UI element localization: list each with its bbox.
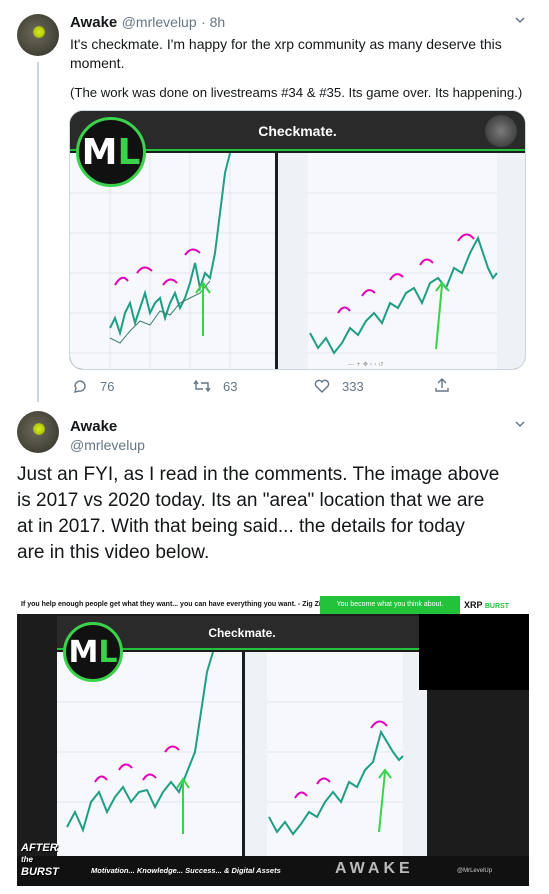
video-banner-title: Checkmate.: [208, 626, 276, 640]
media-banner-title: Checkmate.: [258, 123, 337, 139]
ml-logo: ML: [76, 117, 146, 187]
svg-text:— + ✥ ‹ › ↺: — + ✥ ‹ › ↺: [348, 361, 383, 368]
tweet2-text: Just an FYI, as I read in the comments. …: [17, 462, 537, 566]
avatar-eye-icon: [33, 26, 45, 38]
video-brand: XRP BURST: [460, 596, 529, 614]
tweet1-media-image[interactable]: Checkmate. ML — + ✥ ‹ › ↺: [69, 110, 526, 370]
like-count: 333: [342, 378, 364, 394]
logo-letter-m: M: [81, 131, 118, 173]
share-icon: [435, 378, 449, 392]
video-chart-frame: Checkmate. ML: [57, 616, 427, 856]
logo-line: AFTER: [21, 842, 58, 854]
owl-icon: [485, 115, 517, 147]
author-handle[interactable]: @mrlevelup: [122, 14, 197, 30]
video-chart-2017-svg: [57, 651, 242, 834]
tweet2-text-line: is 2017 vs 2020 today. Its an "area" loc…: [17, 490, 485, 511]
video-bottom-bar: AFTER the BURST Motivation... Knowledge.…: [17, 842, 529, 886]
video-tagline: Motivation... Knowledge... Success... & …: [91, 866, 281, 875]
chart-panel-2020: — + ✥ ‹ › ↺: [278, 153, 525, 369]
logo-letter-m: M: [68, 634, 99, 670]
video-top-quote: If you help enough people get what they …: [21, 601, 334, 608]
retweet-icon: [193, 379, 211, 393]
ml-logo: ML: [63, 622, 123, 682]
tweet1-text-line: moment.: [70, 55, 125, 71]
author-handle[interactable]: @mrlevelup: [70, 437, 145, 453]
tweet1-text: It's checkmate. I'm happy for the xrp co…: [70, 35, 535, 102]
thread-connector-line: [37, 62, 39, 402]
tweet2-text-line: are in this video below.: [17, 542, 210, 563]
video-watermark: AWAKE: [335, 860, 414, 877]
video-chart-panel-2017: [57, 651, 242, 856]
brand-burst: BURST: [484, 603, 509, 610]
logo-line: the: [21, 855, 33, 864]
video-chart-2020-svg: [245, 652, 427, 856]
tweet2-header: Awake @mrlevelup: [70, 418, 145, 453]
logo-letter-l: L: [117, 131, 141, 173]
logo-letter-l: L: [98, 634, 118, 670]
video-top-green-text: You become what you think about.: [336, 601, 444, 608]
tweet1-text-line: It's checkmate. I'm happy for the xrp co…: [70, 36, 502, 52]
author-name[interactable]: Awake: [70, 418, 145, 435]
tweet2-video-player[interactable]: If you help enough people get what they …: [17, 596, 529, 886]
tweet-time[interactable]: · 8h: [201, 14, 225, 30]
like-button[interactable]: 333: [314, 378, 364, 394]
tweet2-text-line: Just an FYI, as I read in the comments. …: [17, 464, 500, 485]
video-chart-panel-2020: [245, 652, 427, 856]
avatar-eye-icon: [33, 423, 45, 435]
webcam-overlay: [419, 614, 529, 690]
author-name[interactable]: Awake: [70, 14, 117, 31]
after-the-burst-logo: AFTER the BURST: [21, 842, 83, 886]
avatar[interactable]: [17, 411, 59, 453]
tweet2-text-line: at in 2017. With that being said... the …: [17, 516, 465, 537]
tweet1-header: Awake @mrlevelup · 8h: [70, 14, 225, 32]
chevron-down-icon[interactable]: [514, 13, 526, 29]
tweet1-text-line: (The work was done on livestreams #34 & …: [70, 85, 523, 100]
video-top-green-bar: You become what you think about.: [320, 596, 460, 614]
reply-button[interactable]: 76: [72, 378, 114, 394]
brand-xrp: XRP: [464, 600, 483, 610]
avatar[interactable]: [17, 14, 59, 56]
retweet-button[interactable]: 63: [193, 378, 237, 394]
reply-count: 76: [100, 378, 115, 394]
reply-icon: [74, 380, 86, 393]
retweet-count: 63: [223, 378, 238, 394]
chart-2020-svg: — + ✥ ‹ › ↺: [278, 153, 525, 369]
chevron-down-icon[interactable]: [514, 417, 526, 433]
video-handle: @MrLevelUp: [457, 868, 493, 874]
logo-line: BURST: [21, 866, 59, 878]
heart-icon: [314, 379, 330, 393]
share-button[interactable]: [434, 377, 462, 393]
